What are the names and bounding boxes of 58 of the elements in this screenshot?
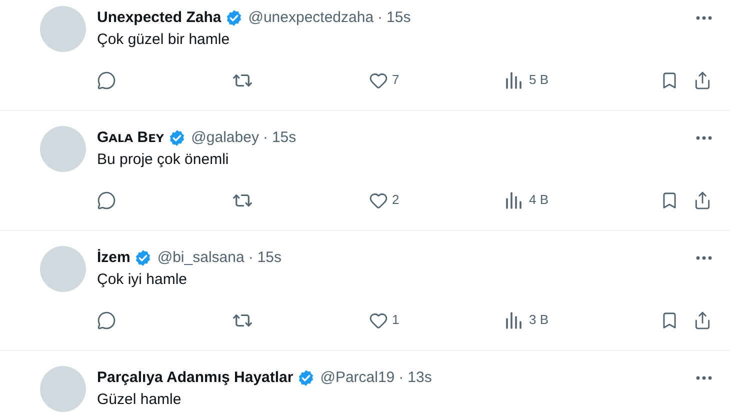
user-handle[interactable]: @bi_salsana	[157, 246, 244, 270]
reply-button[interactable]	[97, 70, 116, 90]
display-name[interactable]: Gᴀʟᴀ Bᴇʏ	[97, 126, 164, 150]
speech-bubble-icon	[97, 190, 116, 210]
more-icon	[696, 376, 712, 380]
bar-chart-icon	[505, 191, 523, 209]
share-button[interactable]	[693, 190, 712, 210]
bookmark-button[interactable]	[660, 190, 679, 210]
post-time[interactable]: 15s	[272, 126, 296, 150]
heart-icon	[369, 310, 388, 330]
like-button[interactable]: 7	[369, 70, 400, 90]
bookmark-button[interactable]	[660, 310, 679, 330]
post-text: Çok güzel bir hamle	[97, 30, 231, 50]
views-button[interactable]: 5 B	[505, 70, 549, 90]
user-handle[interactable]: @unexpectedzaha	[248, 6, 374, 30]
more-icon	[696, 256, 712, 260]
display-name[interactable]: İzem	[97, 246, 130, 270]
reply-button[interactable]	[97, 190, 116, 210]
display-name[interactable]: Parçalıya Adanmış Hayatlar	[97, 366, 294, 390]
post-text: Çok iyi hamle	[97, 270, 188, 290]
separator-dot: ·	[378, 8, 383, 28]
post-time[interactable]: 15s	[257, 246, 282, 270]
like-button[interactable]: 2	[369, 190, 400, 210]
display-name[interactable]: Unexpected Zaha	[97, 6, 222, 30]
heart-icon	[369, 190, 388, 210]
more-options-button[interactable]	[696, 376, 712, 380]
bookmark-icon	[660, 310, 679, 330]
share-icon	[693, 310, 712, 330]
reply-button[interactable]	[97, 310, 116, 330]
more-options-button[interactable]	[696, 16, 712, 20]
bookmark-button[interactable]	[660, 70, 679, 90]
bar-chart-icon	[505, 311, 523, 329]
views-button[interactable]: 3 B	[505, 310, 549, 330]
like-button[interactable]: 1	[369, 310, 400, 330]
post-text: Güzel hamle	[97, 390, 182, 410]
share-button[interactable]	[693, 70, 712, 90]
post-time[interactable]: 13s	[408, 366, 432, 390]
speech-bubble-icon	[97, 70, 116, 90]
post-text: Bu proje çok önemli	[97, 150, 230, 170]
bookmark-icon	[660, 70, 679, 90]
speech-bubble-icon	[97, 310, 116, 330]
user-handle[interactable]: @galabey	[191, 126, 259, 150]
bar-chart-icon	[505, 71, 523, 89]
share-icon	[693, 70, 712, 90]
separator-dot: ·	[248, 248, 254, 268]
bookmark-icon	[660, 190, 679, 210]
separator-dot: ·	[262, 128, 268, 148]
separator-dot: ·	[398, 368, 404, 388]
views-button[interactable]: 4 B	[505, 190, 549, 210]
more-options-button[interactable]	[696, 136, 712, 140]
heart-icon	[369, 70, 388, 90]
share-icon	[693, 190, 712, 210]
more-options-button[interactable]	[696, 256, 712, 260]
user-handle[interactable]: @Parcal19	[320, 366, 395, 390]
more-icon	[696, 16, 712, 20]
post-time[interactable]: 15s	[386, 6, 411, 30]
more-icon	[696, 136, 712, 140]
share-button[interactable]	[693, 310, 712, 330]
